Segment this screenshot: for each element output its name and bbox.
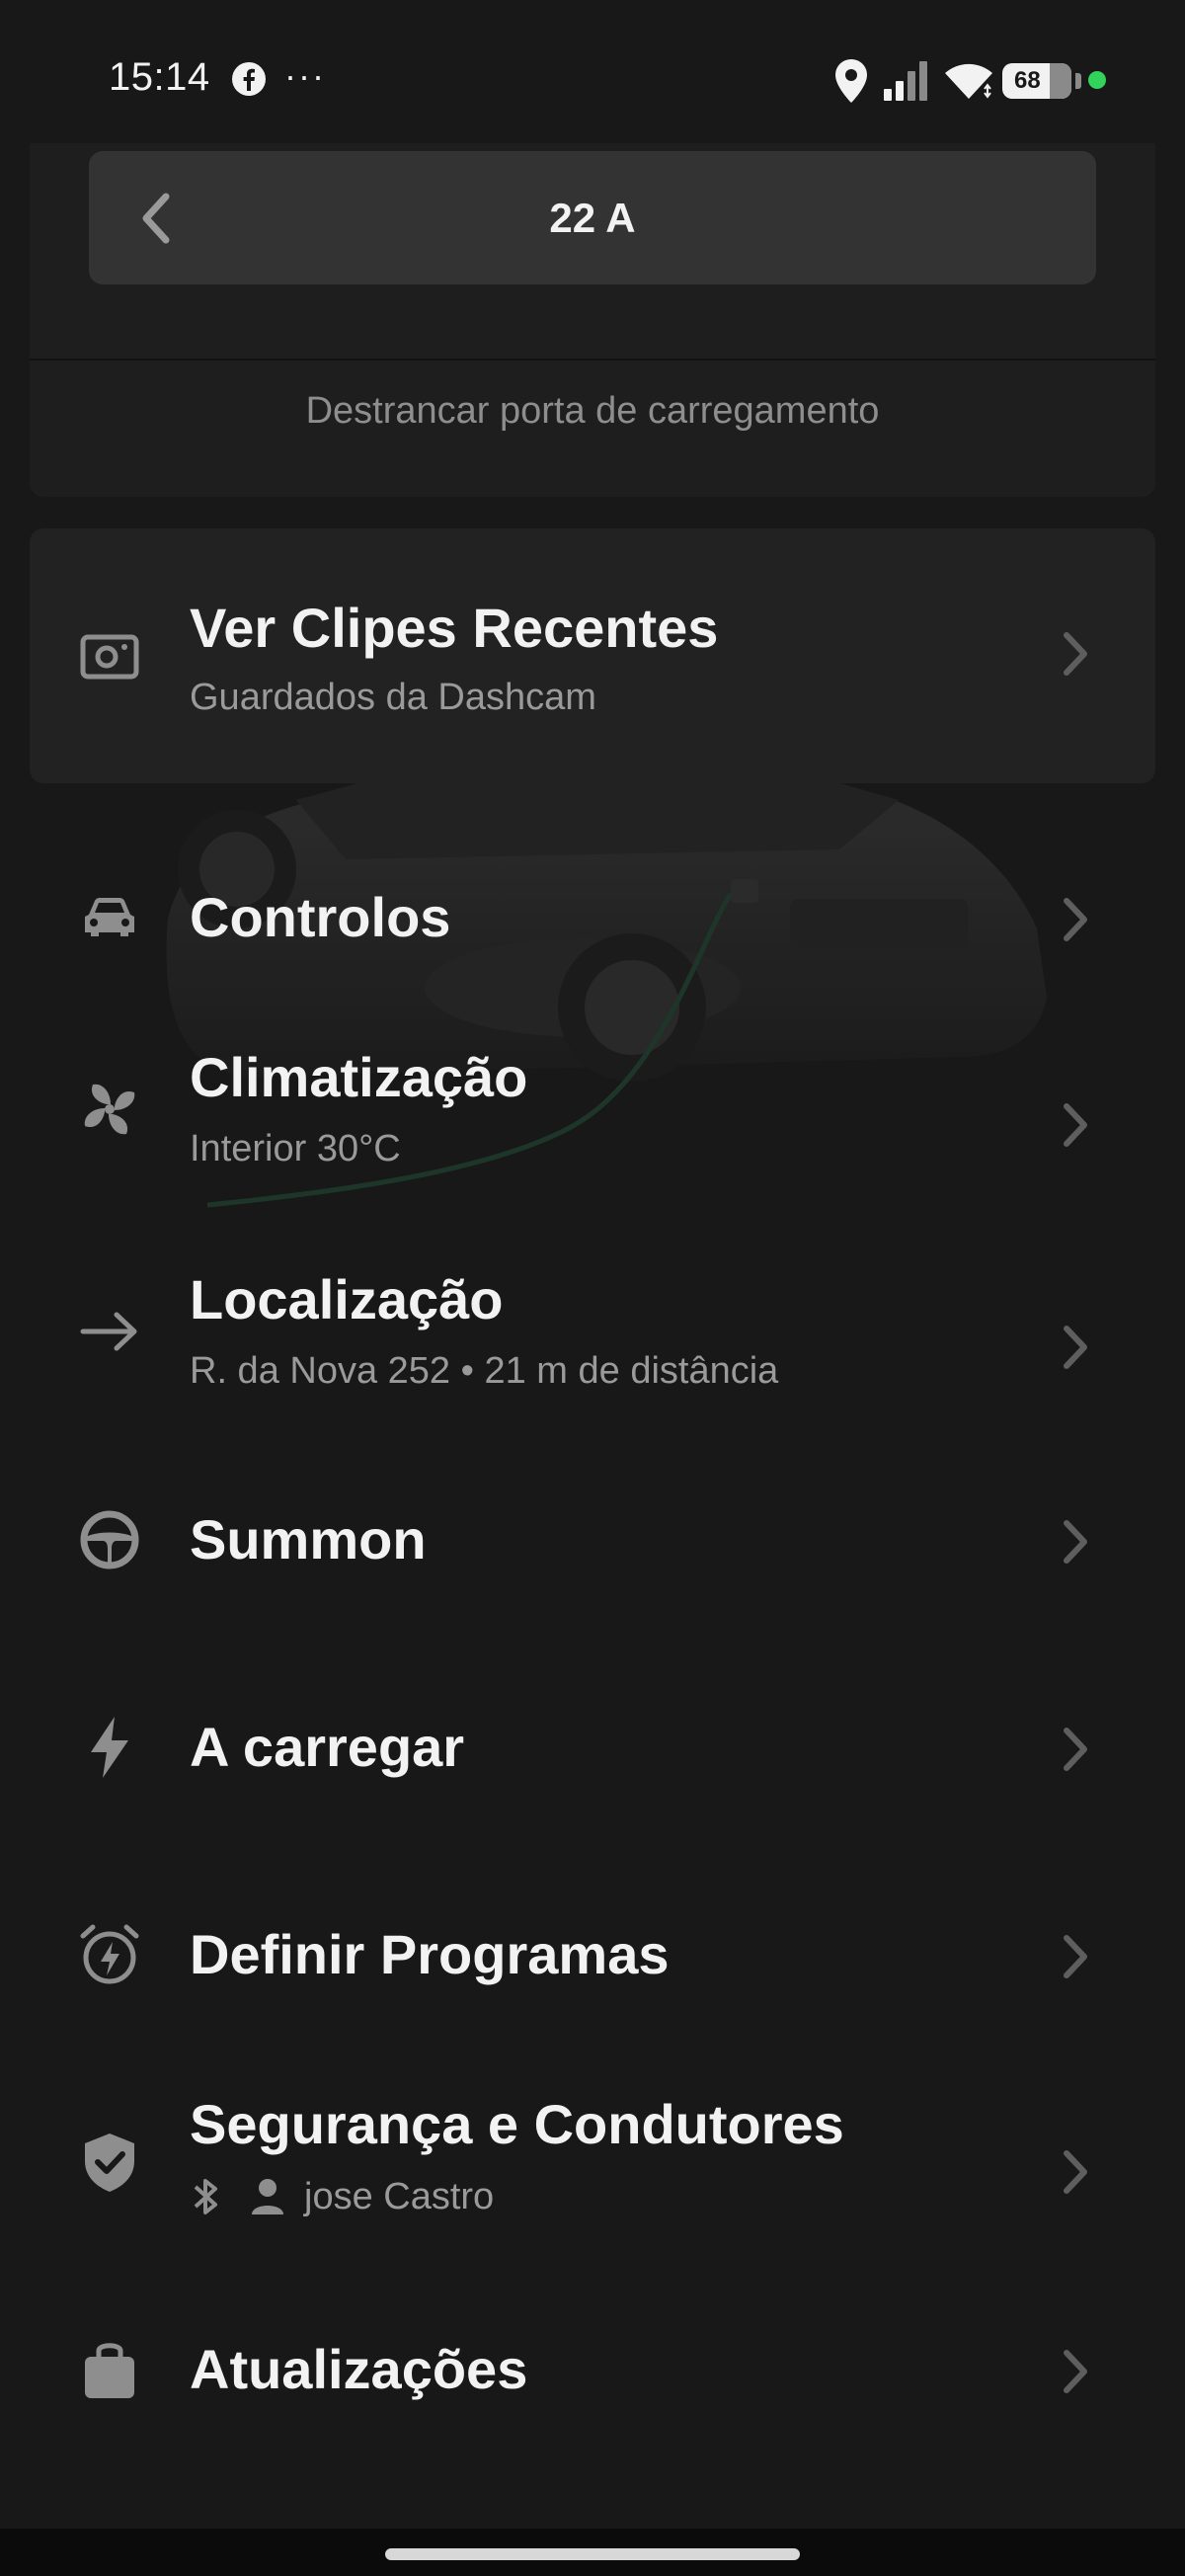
menu-item-summon[interactable]: Summon — [0, 1491, 1185, 1590]
driver-name: jose Castro — [304, 2175, 495, 2217]
menu-item-location[interactable]: Localização R. da Nova 252 • 21 m de dis… — [0, 1259, 1185, 1408]
menu-item-schedules[interactable]: Definir Programas — [0, 1906, 1185, 2005]
amp-value: 22 A — [549, 195, 636, 241]
privacy-indicator-dot — [1088, 71, 1106, 89]
current-driver: jose Castro — [190, 2175, 494, 2218]
charging-card: 22 A Destrancar porta de carregamento — [30, 143, 1155, 497]
home-gesture-handle[interactable] — [385, 2548, 800, 2560]
chevron-right-icon — [1064, 632, 1087, 676]
menu-item-summon-title: Summon — [190, 1508, 427, 1570]
chevron-right-icon — [1064, 2150, 1087, 2194]
chevron-right-icon — [1064, 1520, 1087, 1564]
battery-level: 68 — [1014, 67, 1041, 94]
chevron-right-icon — [1064, 1103, 1087, 1147]
recent-clips-title: Ver Clipes Recentes — [190, 597, 719, 659]
signal-icon — [884, 61, 927, 101]
battery-icon: 68 — [1002, 63, 1081, 99]
alarm-clock-icon — [80, 1924, 139, 1984]
chevron-right-icon — [1064, 2350, 1087, 2393]
lightning-icon — [91, 1717, 128, 1778]
bluetooth-icon — [194, 2179, 217, 2214]
menu-item-charging-title: A carregar — [190, 1716, 465, 1778]
navigation-bar — [0, 2529, 1185, 2576]
more-notifications-icon: ··· — [284, 55, 326, 96]
menu-item-climate-subtitle: Interior 30°C — [190, 1128, 401, 1169]
menu-item-charging[interactable]: A carregar — [0, 1699, 1185, 1798]
menu-item-location-subtitle: R. da Nova 252 • 21 m de distância — [190, 1350, 779, 1392]
wifi-icon — [945, 63, 992, 99]
menu-item-location-title: Localização — [190, 1268, 504, 1330]
location-icon — [835, 59, 867, 103]
recent-clips-subtitle: Guardados da Dashcam — [190, 677, 596, 718]
amp-stepper[interactable]: 22 A — [89, 151, 1096, 284]
person-icon — [252, 2179, 283, 2214]
menu-item-updates[interactable]: Atualizações — [0, 2321, 1185, 2420]
menu-item-security-title: Segurança e Condutores — [190, 2093, 844, 2155]
unlock-charge-port-button[interactable]: Destrancar porta de carregamento — [30, 390, 1155, 433]
facebook-icon — [232, 62, 266, 96]
chevron-right-icon — [1064, 1728, 1087, 1771]
menu-item-updates-title: Atualizações — [190, 2338, 528, 2400]
menu-item-climate-title: Climatização — [190, 1046, 528, 1108]
menu-item-security[interactable]: Segurança e Condutores jose Castro — [0, 2084, 1185, 2232]
menu-item-schedules-title: Definir Programas — [190, 1923, 670, 1985]
recent-clips-card[interactable]: Ver Clipes Recentes Guardados da Dashcam — [30, 528, 1155, 783]
chevron-right-icon — [1064, 1326, 1087, 1369]
dashcam-icon — [80, 634, 139, 680]
steering-wheel-icon — [80, 1510, 139, 1570]
menu-item-controls-title: Controlos — [190, 886, 451, 948]
shopping-bag-icon — [85, 2343, 134, 2398]
arrow-right-icon — [80, 1312, 137, 1351]
chevron-right-icon — [1064, 1935, 1087, 1978]
menu-item-climate[interactable]: Climatização Interior 30°C — [0, 1037, 1185, 1185]
fan-icon — [84, 1084, 135, 1135]
car-icon — [85, 898, 134, 936]
menu-item-controls[interactable]: Controlos — [0, 869, 1185, 968]
shield-check-icon — [85, 2133, 134, 2192]
status-bar: 15:14 ··· 68 — [0, 0, 1185, 143]
chevron-right-icon — [1064, 898, 1087, 941]
status-time: 15:14 — [109, 55, 210, 99]
divider — [30, 359, 1155, 361]
